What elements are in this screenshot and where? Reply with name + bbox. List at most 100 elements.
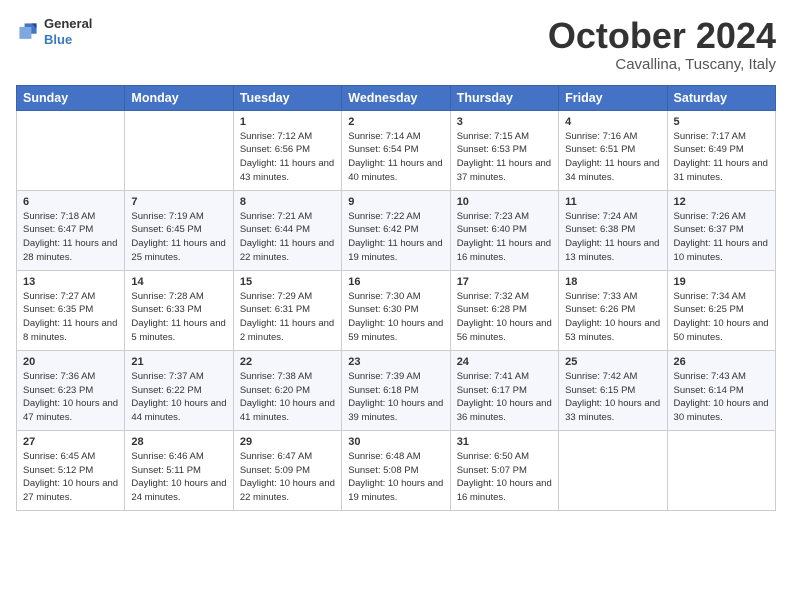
day-info: Sunrise: 7:28 AM Sunset: 6:33 PM Dayligh… — [131, 290, 226, 345]
day-info: Sunrise: 6:50 AM Sunset: 5:07 PM Dayligh… — [457, 450, 552, 505]
day-info: Sunrise: 7:42 AM Sunset: 6:15 PM Dayligh… — [565, 370, 660, 425]
day-number: 5 — [674, 116, 769, 128]
day-info: Sunrise: 7:43 AM Sunset: 6:14 PM Dayligh… — [674, 370, 769, 425]
day-info: Sunrise: 7:15 AM Sunset: 6:53 PM Dayligh… — [457, 130, 552, 185]
day-info: Sunrise: 7:21 AM Sunset: 6:44 PM Dayligh… — [240, 210, 335, 265]
weekday-header: Thursday — [450, 85, 558, 110]
calendar-cell: 2 Sunrise: 7:14 AM Sunset: 6:54 PM Daylig… — [342, 110, 450, 190]
location: Cavallina, Tuscany, Italy — [548, 56, 776, 73]
calendar-cell — [125, 110, 233, 190]
day-number: 14 — [131, 276, 226, 288]
calendar-cell: 10Sunrise: 7:23 AM Sunset: 6:40 PM Dayli… — [450, 190, 558, 270]
calendar-cell: 28Sunrise: 6:46 AM Sunset: 5:11 PM Dayli… — [125, 430, 233, 510]
day-info: Sunrise: 7:37 AM Sunset: 6:22 PM Dayligh… — [131, 370, 226, 425]
day-info: Sunrise: 7:27 AM Sunset: 6:35 PM Dayligh… — [23, 290, 118, 345]
day-info: Sunrise: 7:38 AM Sunset: 6:20 PM Dayligh… — [240, 370, 335, 425]
day-number: 28 — [131, 436, 226, 448]
day-number: 6 — [23, 196, 118, 208]
calendar-week-row: 20Sunrise: 7:36 AM Sunset: 6:23 PM Dayli… — [17, 350, 776, 430]
day-number: 3 — [457, 116, 552, 128]
logo: General Blue — [16, 16, 92, 47]
calendar-cell — [667, 430, 775, 510]
day-number: 4 — [565, 116, 660, 128]
calendar-cell: 5Sunrise: 7:17 AM Sunset: 6:49 PM Daylig… — [667, 110, 775, 190]
calendar-cell: 22Sunrise: 7:38 AM Sunset: 6:20 PM Dayli… — [233, 350, 341, 430]
day-number: 17 — [457, 276, 552, 288]
day-info: Sunrise: 7:16 AM Sunset: 6:51 PM Dayligh… — [565, 130, 660, 185]
day-number: 31 — [457, 436, 552, 448]
calendar-cell: 25 Sunrise: 7:42 AM Sunset: 6:15 PM Dayli… — [559, 350, 667, 430]
weekday-header: Saturday — [667, 85, 775, 110]
day-number: 13 — [23, 276, 118, 288]
calendar-cell: 15 Sunrise: 7:29 AM Sunset: 6:31 PM Dayli… — [233, 270, 341, 350]
calendar-cell: 12Sunrise: 7:26 AM Sunset: 6:37 PM Dayli… — [667, 190, 775, 270]
day-info: Sunrise: 6:48 AM Sunset: 5:08 PM Dayligh… — [348, 450, 443, 505]
day-info: Sunrise: 7:29 AM Sunset: 6:31 PM Dayligh… — [240, 290, 335, 345]
day-info: Sunrise: 7:19 AM Sunset: 6:45 PM Dayligh… — [131, 210, 226, 265]
calendar-cell: 1Sunrise: 7:12 AM Sunset: 6:56 PM Daylig… — [233, 110, 341, 190]
day-number: 8 — [240, 196, 335, 208]
calendar-week-row: 13 Sunrise: 7:27 AM Sunset: 6:35 PM Dayli… — [17, 270, 776, 350]
day-number: 24 — [457, 356, 552, 368]
day-info: Sunrise: 6:45 AM Sunset: 5:12 PM Dayligh… — [23, 450, 118, 505]
day-info: Sunrise: 7:33 AM Sunset: 6:26 PM Dayligh… — [565, 290, 660, 345]
day-number: 25 — [565, 356, 660, 368]
weekday-header-row: SundayMondayTuesdayWednesdayThursdayFrid… — [17, 85, 776, 110]
calendar-cell: 13 Sunrise: 7:27 AM Sunset: 6:35 PM Dayli… — [17, 270, 125, 350]
calendar-cell: 18 Sunrise: 7:33 AM Sunset: 6:26 PM Dayli… — [559, 270, 667, 350]
day-number: 11 — [565, 196, 660, 208]
weekday-header: Sunday — [17, 85, 125, 110]
calendar-cell: 4 Sunrise: 7:16 AM Sunset: 6:51 PM Daylig… — [559, 110, 667, 190]
day-info: Sunrise: 7:14 AM Sunset: 6:54 PM Dayligh… — [348, 130, 443, 185]
day-number: 7 — [131, 196, 226, 208]
day-number: 15 — [240, 276, 335, 288]
logo-text: General Blue — [44, 16, 92, 47]
logo-blue: Blue — [44, 32, 92, 48]
day-number: 9 — [348, 196, 443, 208]
day-info: Sunrise: 7:39 AM Sunset: 6:18 PM Dayligh… — [348, 370, 443, 425]
day-info: Sunrise: 6:47 AM Sunset: 5:09 PM Dayligh… — [240, 450, 335, 505]
calendar-cell: 24 Sunrise: 7:41 AM Sunset: 6:17 PM Dayli… — [450, 350, 558, 430]
day-info: Sunrise: 7:34 AM Sunset: 6:25 PM Dayligh… — [674, 290, 769, 345]
calendar-cell: 23 Sunrise: 7:39 AM Sunset: 6:18 PM Dayli… — [342, 350, 450, 430]
calendar-cell: 11Sunrise: 7:24 AM Sunset: 6:38 PM Dayli… — [559, 190, 667, 270]
calendar-cell: 6 Sunrise: 7:18 AM Sunset: 6:47 PM Daylig… — [17, 190, 125, 270]
day-number: 18 — [565, 276, 660, 288]
day-info: Sunrise: 7:23 AM Sunset: 6:40 PM Dayligh… — [457, 210, 552, 265]
calendar-cell: 31 Sunrise: 6:50 AM Sunset: 5:07 PM Dayli… — [450, 430, 558, 510]
calendar-table: SundayMondayTuesdayWednesdayThursdayFrid… — [16, 85, 776, 511]
logo-general: General — [44, 16, 92, 32]
day-number: 21 — [131, 356, 226, 368]
day-number: 2 — [348, 116, 443, 128]
calendar-cell: 7 Sunrise: 7:19 AM Sunset: 6:45 PM Daylig… — [125, 190, 233, 270]
title-block: October 2024 Cavallina, Tuscany, Italy — [548, 16, 776, 73]
day-info: Sunrise: 7:32 AM Sunset: 6:28 PM Dayligh… — [457, 290, 552, 345]
day-info: Sunrise: 7:18 AM Sunset: 6:47 PM Dayligh… — [23, 210, 118, 265]
calendar-cell: 26 Sunrise: 7:43 AM Sunset: 6:14 PM Dayli… — [667, 350, 775, 430]
calendar-cell: 16Sunrise: 7:30 AM Sunset: 6:30 PM Dayli… — [342, 270, 450, 350]
day-number: 26 — [674, 356, 769, 368]
day-info: Sunrise: 7:12 AM Sunset: 6:56 PM Dayligh… — [240, 130, 335, 185]
weekday-header: Friday — [559, 85, 667, 110]
weekday-header: Wednesday — [342, 85, 450, 110]
calendar-cell: 14 Sunrise: 7:28 AM Sunset: 6:33 PM Dayli… — [125, 270, 233, 350]
calendar-week-row: 27 Sunrise: 6:45 AM Sunset: 5:12 PM Dayli… — [17, 430, 776, 510]
calendar-cell: 8 Sunrise: 7:21 AM Sunset: 6:44 PM Daylig… — [233, 190, 341, 270]
day-info: Sunrise: 7:26 AM Sunset: 6:37 PM Dayligh… — [674, 210, 769, 265]
calendar-cell: 9 Sunrise: 7:22 AM Sunset: 6:42 PM Daylig… — [342, 190, 450, 270]
calendar-cell: 29Sunrise: 6:47 AM Sunset: 5:09 PM Dayli… — [233, 430, 341, 510]
calendar-cell: 30Sunrise: 6:48 AM Sunset: 5:08 PM Dayli… — [342, 430, 450, 510]
day-number: 27 — [23, 436, 118, 448]
calendar-week-row: 1Sunrise: 7:12 AM Sunset: 6:56 PM Daylig… — [17, 110, 776, 190]
weekday-header: Tuesday — [233, 85, 341, 110]
calendar-week-row: 6 Sunrise: 7:18 AM Sunset: 6:47 PM Daylig… — [17, 190, 776, 270]
calendar-cell: 19Sunrise: 7:34 AM Sunset: 6:25 PM Dayli… — [667, 270, 775, 350]
page-header: General Blue October 2024 Cavallina, Tus… — [16, 16, 776, 73]
weekday-header: Monday — [125, 85, 233, 110]
day-number: 23 — [348, 356, 443, 368]
calendar-cell: 21 Sunrise: 7:37 AM Sunset: 6:22 PM Dayli… — [125, 350, 233, 430]
day-info: Sunrise: 7:22 AM Sunset: 6:42 PM Dayligh… — [348, 210, 443, 265]
month-title: October 2024 — [548, 16, 776, 56]
day-info: Sunrise: 7:41 AM Sunset: 6:17 PM Dayligh… — [457, 370, 552, 425]
calendar-cell — [17, 110, 125, 190]
